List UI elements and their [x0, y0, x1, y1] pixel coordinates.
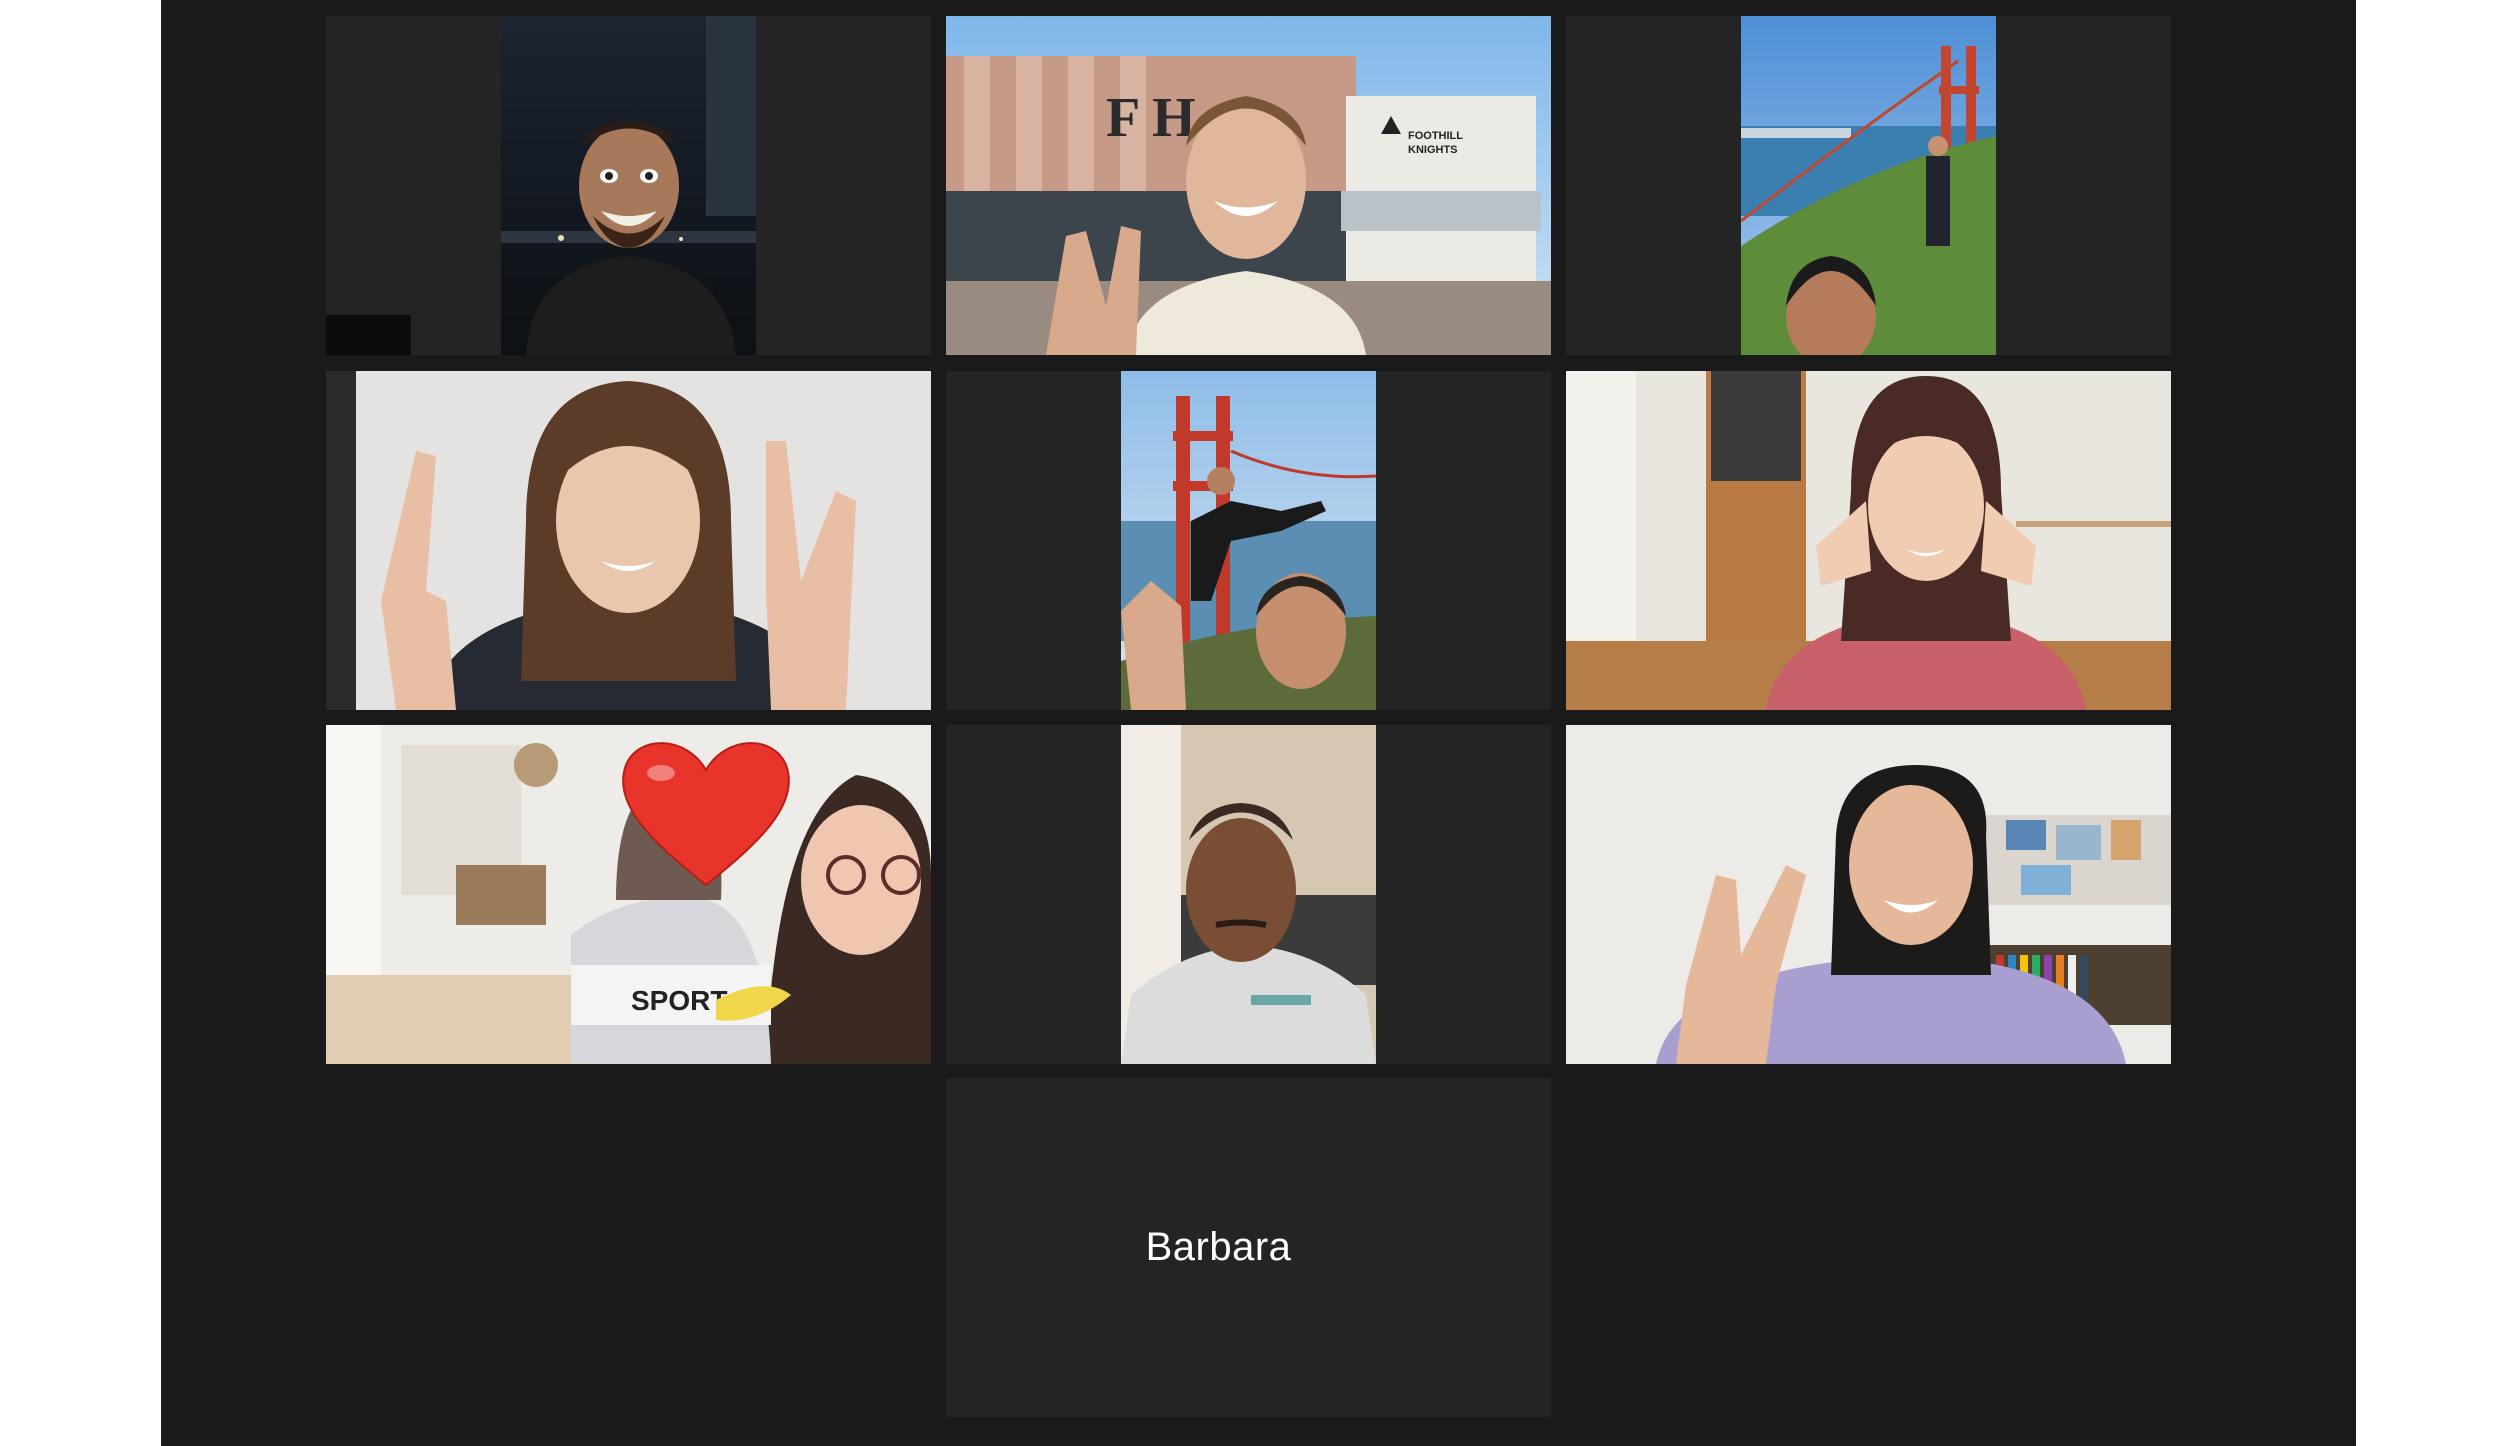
participant-tile-2[interactable]: F H FOOTHILL KNIGHTS [946, 16, 1551, 355]
participant-video-9 [1566, 725, 2171, 1064]
building-logo-line-2: KNIGHTS [1408, 144, 1458, 156]
participant-tile-7[interactable]: SPORT [326, 725, 931, 1064]
participant-tile-3[interactable] [1566, 16, 2171, 355]
participant-tile-10-no-video[interactable]: Barbara [946, 1078, 1551, 1417]
participant-name: Barbara [1145, 1225, 1292, 1269]
building-letters: F H [1106, 87, 1196, 149]
participant-tile-4[interactable] [326, 371, 931, 710]
participant-video-2: F H FOOTHILL KNIGHTS [946, 16, 1551, 355]
participant-video-5 [1121, 371, 1376, 710]
participant-tile-9[interactable] [1566, 725, 2171, 1064]
participant-tile-5[interactable] [946, 371, 1551, 710]
participant-video-8 [1121, 725, 1376, 1064]
participant-video-4 [326, 371, 931, 710]
participant-video-7: SPORT [326, 725, 931, 1064]
shirt-text: SPORT [631, 985, 727, 1016]
participant-tile-1-active-speaker[interactable] [326, 16, 931, 355]
video-gallery: F H FOOTHILL KNIGHTS SPORT Barbara [161, 0, 2356, 1446]
participant-name-badge [326, 315, 411, 355]
participant-video-6 [1566, 371, 2171, 710]
participant-tile-8[interactable] [946, 725, 1551, 1064]
participant-tile-6[interactable] [1566, 371, 2171, 710]
participant-video-1 [501, 16, 756, 355]
participant-video-3 [1741, 16, 1996, 355]
building-logo-line-1: FOOTHILL [1408, 130, 1463, 142]
